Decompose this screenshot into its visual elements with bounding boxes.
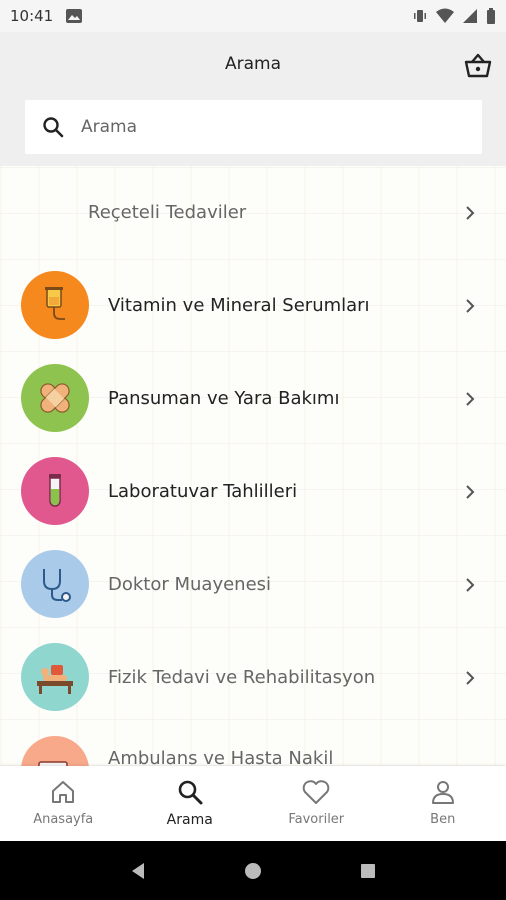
nav-item-search[interactable]: Arama bbox=[127, 766, 254, 841]
category-icon-circle bbox=[21, 457, 89, 525]
category-label: Laboratuvar Tahlilleri bbox=[108, 481, 298, 502]
back-icon[interactable] bbox=[127, 860, 149, 882]
chevron-right-icon bbox=[466, 484, 475, 499]
category-icon-circle bbox=[21, 364, 89, 432]
search-bar[interactable] bbox=[25, 100, 482, 154]
category-label: Vitamin ve Mineral Serumları bbox=[108, 295, 370, 316]
nav-label: Ben bbox=[430, 812, 456, 827]
ambulance-icon bbox=[38, 761, 68, 766]
chevron-right-icon bbox=[466, 205, 475, 220]
chevron-right-icon bbox=[466, 298, 475, 313]
category-icon-circle bbox=[21, 643, 89, 711]
bandage-icon bbox=[40, 383, 70, 413]
category-row-vitamin[interactable]: Vitamin ve Mineral Serumları bbox=[0, 259, 506, 352]
status-time: 10:41 bbox=[10, 7, 54, 25]
nav-label: Favoriler bbox=[288, 812, 345, 827]
search-icon bbox=[178, 780, 203, 805]
heart-icon bbox=[302, 780, 330, 804]
category-row-physiotherapy[interactable]: Fizik Tedavi ve Rehabilitasyon bbox=[0, 631, 506, 724]
category-list: Reçeteli Tedaviler Vitamin ve Mineral Se… bbox=[0, 166, 506, 766]
search-icon bbox=[43, 117, 64, 138]
chevron-right-icon bbox=[466, 670, 475, 685]
home-button-icon[interactable] bbox=[242, 860, 264, 882]
category-label: Doktor Muayenesi bbox=[108, 574, 272, 595]
wifi-icon bbox=[436, 8, 454, 23]
cart-button[interactable] bbox=[462, 50, 494, 82]
nav-item-favorites[interactable]: Favoriler bbox=[253, 766, 380, 841]
app-header: Arama bbox=[0, 32, 506, 166]
gallery-notification-icon bbox=[66, 9, 83, 23]
category-label: Reçeteli Tedaviler bbox=[88, 202, 247, 223]
physio-icon bbox=[37, 665, 73, 694]
vibrate-icon bbox=[414, 10, 426, 22]
status-bar: 10:41 bbox=[0, 0, 506, 32]
search-input[interactable] bbox=[81, 117, 461, 137]
chevron-right-icon bbox=[466, 577, 475, 592]
signal-icon bbox=[463, 9, 477, 23]
person-icon bbox=[431, 781, 454, 804]
home-icon bbox=[52, 781, 75, 803]
system-nav-bar bbox=[0, 841, 506, 900]
basket-icon bbox=[464, 53, 492, 78]
stethoscope-icon bbox=[43, 569, 71, 602]
category-row-ambulance[interactable]: Ambulans ve Hasta Nakil bbox=[0, 724, 506, 766]
battery-icon bbox=[487, 8, 495, 24]
nav-label: Arama bbox=[166, 812, 213, 828]
category-row-doctor[interactable]: Doktor Muayenesi bbox=[0, 538, 506, 631]
category-row-prescription[interactable]: Reçeteli Tedaviler bbox=[0, 166, 506, 259]
test-tube-icon bbox=[49, 474, 61, 507]
category-icon-circle bbox=[21, 736, 89, 766]
category-label: Pansuman ve Yara Bakımı bbox=[108, 388, 340, 409]
recents-icon[interactable] bbox=[357, 860, 379, 882]
nav-item-profile[interactable]: Ben bbox=[380, 766, 506, 841]
category-label: Fizik Tedavi ve Rehabilitasyon bbox=[108, 667, 376, 688]
category-icon-circle bbox=[21, 550, 89, 618]
iv-drip-icon bbox=[45, 287, 65, 320]
nav-item-home[interactable]: Anasayfa bbox=[0, 766, 127, 841]
category-label: Ambulans ve Hasta Nakil bbox=[108, 748, 334, 766]
bottom-nav: Anasayfa Arama Favoriler Ben bbox=[0, 766, 506, 841]
nav-label: Anasayfa bbox=[33, 812, 94, 827]
category-row-lab-tests[interactable]: Laboratuvar Tahlilleri bbox=[0, 445, 506, 538]
category-row-wound-care[interactable]: Pansuman ve Yara Bakımı bbox=[0, 352, 506, 445]
chevron-right-icon bbox=[466, 391, 475, 406]
page-title: Arama bbox=[224, 54, 281, 74]
category-icon-circle bbox=[21, 271, 89, 339]
